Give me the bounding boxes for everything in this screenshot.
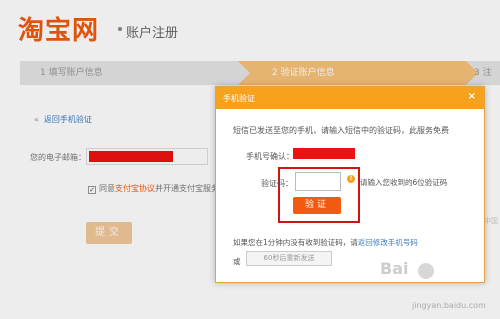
resend-prefix: 如果您在1分钟内没有收到验证码，请 bbox=[233, 238, 358, 247]
close-icon[interactable]: × bbox=[468, 91, 476, 102]
watermark-url: jingyan.baidu.com bbox=[412, 301, 486, 310]
phone-confirm-label: 手机号确认： bbox=[246, 152, 294, 161]
dialog-title: 手机验证 bbox=[223, 94, 255, 103]
info-icon: ! bbox=[347, 175, 355, 183]
verify-button[interactable]: 验证 bbox=[293, 197, 341, 214]
watermark-brand: Bai bbox=[380, 259, 409, 278]
sms-notice: 短信已发送至您的手机，请输入短信中的验证码，此服务免费 bbox=[233, 126, 449, 135]
change-phone-link[interactable]: 返回修改手机号码 bbox=[358, 238, 418, 247]
paw-icon bbox=[418, 263, 434, 279]
code-hint: 请输入您收到的6位验证码 bbox=[360, 178, 448, 187]
or-text: 或 bbox=[233, 257, 241, 266]
resend-countdown-button[interactable]: 60秒后重新发送 bbox=[246, 251, 332, 266]
resend-notice: 如果您在1分钟内没有收到验证码，请返回修改手机号码 bbox=[233, 237, 418, 248]
dialog-title-bar: 手机验证 × bbox=[216, 87, 484, 109]
verification-code-input[interactable] bbox=[295, 172, 341, 191]
phone-number-redaction bbox=[293, 148, 355, 159]
phone-verify-dialog: 手机验证 × 短信已发送至您的手机，请输入短信中的验证码，此服务免费 手机号确认… bbox=[215, 86, 485, 283]
code-label: 验证码： bbox=[261, 179, 293, 188]
